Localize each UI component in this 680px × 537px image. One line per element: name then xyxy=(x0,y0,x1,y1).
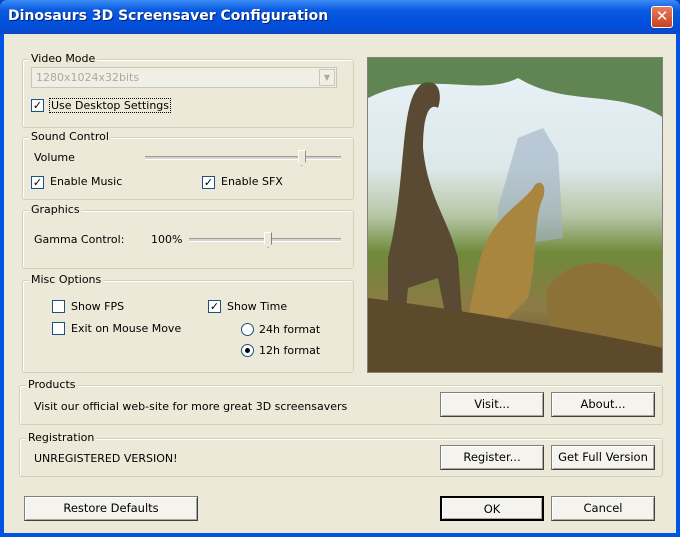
visit-button[interactable]: Visit... xyxy=(440,392,544,417)
show-time-checkbox[interactable]: ✓ xyxy=(208,300,221,313)
enable-sfx-label: Enable SFX xyxy=(221,175,283,188)
video-mode-label: Video Mode xyxy=(29,52,98,65)
resolution-select[interactable]: 1280x1024x32bits ▼ xyxy=(31,67,337,88)
about-button[interactable]: About... xyxy=(551,392,655,417)
resolution-value: 1280x1024x32bits xyxy=(36,71,140,84)
show-fps-label: Show FPS xyxy=(71,300,125,313)
exit-mouse-move-checkbox[interactable] xyxy=(52,322,65,335)
chevron-down-icon: ▼ xyxy=(319,69,335,86)
show-time-label: Show Time xyxy=(227,300,288,313)
registration-label: Registration xyxy=(26,431,97,444)
graphics-label: Graphics xyxy=(29,203,82,216)
cancel-button[interactable]: Cancel xyxy=(551,496,655,521)
radio-12h-label: 12h format xyxy=(259,344,321,357)
sound-control-group: Sound Control xyxy=(22,130,354,200)
radio-24h[interactable] xyxy=(241,323,254,336)
use-desktop-checkbox[interactable]: ✓ xyxy=(31,99,44,112)
close-icon[interactable]: ✕ xyxy=(651,6,673,28)
sound-control-label: Sound Control xyxy=(29,130,111,143)
registration-status: UNREGISTERED VERSION! xyxy=(34,452,178,465)
exit-mouse-move-label: Exit on Mouse Move xyxy=(71,322,182,335)
get-full-version-button[interactable]: Get Full Version xyxy=(551,445,655,470)
register-button[interactable]: Register... xyxy=(440,445,544,470)
ok-button[interactable]: OK xyxy=(440,496,544,521)
enable-music-label: Enable Music xyxy=(50,175,123,188)
enable-music-checkbox[interactable]: ✓ xyxy=(31,176,44,189)
dialog-window: Dinosaurs 3D Screensaver Configuration ✕… xyxy=(0,0,680,537)
restore-defaults-button[interactable]: Restore Defaults xyxy=(24,496,198,521)
products-text: Visit our official web-site for more gre… xyxy=(34,400,348,413)
enable-sfx-checkbox[interactable]: ✓ xyxy=(202,176,215,189)
volume-label: Volume xyxy=(34,151,75,164)
dialog-body: Video Mode 1280x1024x32bits ▼ ✓ Use Desk… xyxy=(4,34,676,533)
show-fps-checkbox[interactable] xyxy=(52,300,65,313)
gamma-value: 100% xyxy=(151,233,183,246)
dinosaur-preview-image xyxy=(367,57,663,373)
misc-options-label: Misc Options xyxy=(29,273,104,286)
title-bar[interactable]: Dinosaurs 3D Screensaver Configuration ✕ xyxy=(0,0,680,34)
window-title: Dinosaurs 3D Screensaver Configuration xyxy=(8,8,329,24)
radio-12h[interactable] xyxy=(241,344,254,357)
use-desktop-label[interactable]: Use Desktop Settings xyxy=(49,98,172,113)
radio-24h-label: 24h format xyxy=(259,323,321,336)
products-label: Products xyxy=(26,378,78,391)
volume-slider[interactable] xyxy=(145,156,341,160)
gamma-label: Gamma Control: xyxy=(34,233,125,246)
